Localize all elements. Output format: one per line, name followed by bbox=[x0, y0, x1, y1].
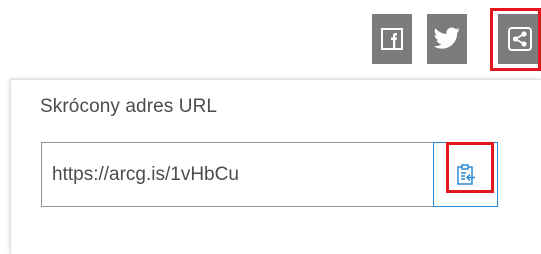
short-url-input[interactable] bbox=[41, 142, 433, 207]
share-link-button[interactable] bbox=[498, 14, 541, 64]
clipboard-copy-icon bbox=[456, 163, 475, 185]
copy-url-button[interactable] bbox=[433, 142, 498, 207]
share-icon bbox=[507, 27, 532, 51]
facebook-icon bbox=[381, 28, 403, 50]
short-url-label: Skrócony adres URL bbox=[40, 96, 218, 117]
twitter-share-button[interactable] bbox=[427, 14, 467, 64]
twitter-icon bbox=[433, 27, 460, 49]
share-toolbar bbox=[372, 14, 541, 64]
facebook-share-button[interactable] bbox=[372, 14, 412, 64]
